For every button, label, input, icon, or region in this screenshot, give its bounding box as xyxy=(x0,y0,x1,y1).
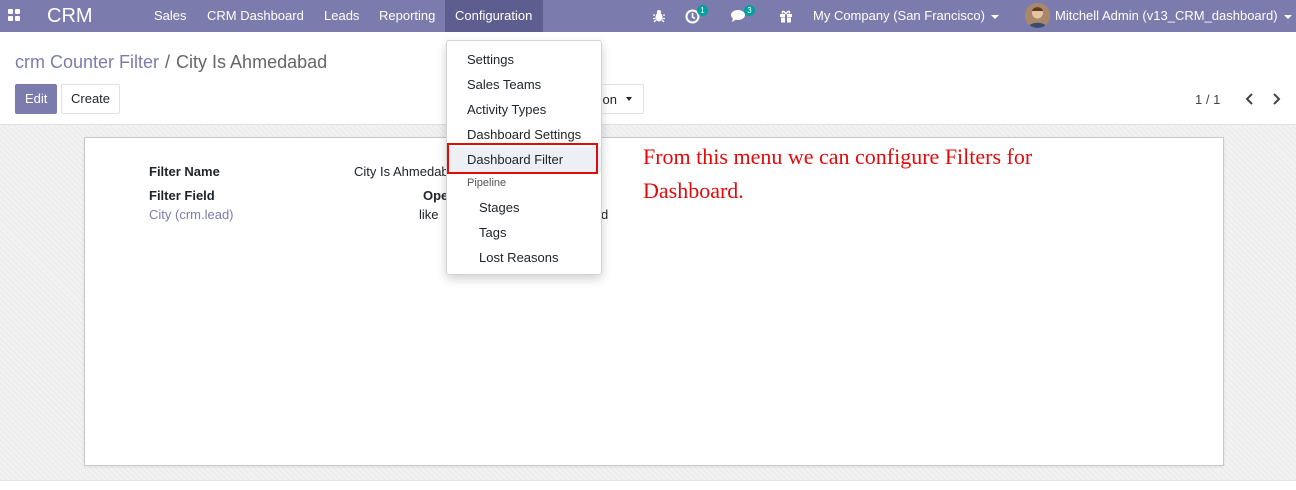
dropdown-item-lost-reasons[interactable]: Lost Reasons xyxy=(447,245,601,270)
breadcrumb: crm Counter Filter / City Is Ahmedabad xyxy=(15,51,327,73)
dropdown-item-tags[interactable]: Tags xyxy=(447,220,601,245)
top-navbar: CRM Sales CRM Dashboard Leads Reporting … xyxy=(0,0,1296,32)
dropdown-section-pipeline: Pipeline xyxy=(467,177,507,189)
edit-button[interactable]: Edit xyxy=(15,84,57,114)
dropdown-item-dashboard-settings[interactable]: Dashboard Settings xyxy=(447,122,601,147)
company-name: My Company (San Francisco) xyxy=(813,8,985,23)
activity-clock-icon[interactable] xyxy=(683,0,701,32)
dropdown-item-dashboard-filter[interactable]: Dashboard Filter xyxy=(447,147,601,172)
user-name: Mitchell Admin (v13_CRM_dashboard) xyxy=(1055,8,1278,23)
filter-name-label: Filter Name xyxy=(149,164,220,179)
user-caret-icon xyxy=(1283,14,1292,19)
configuration-dropdown-menu: Settings Sales Teams Activity Types Dash… xyxy=(446,40,602,275)
operator-value: like xyxy=(419,207,439,222)
pager-previous-icon[interactable] xyxy=(1242,89,1258,109)
debug-bug-icon[interactable] xyxy=(650,0,668,32)
menu-sales[interactable]: Sales xyxy=(144,0,197,32)
filter-field-value-link[interactable]: City (crm.lead) xyxy=(149,207,234,222)
pager-next-icon[interactable] xyxy=(1269,89,1285,109)
breadcrumb-separator: / xyxy=(165,52,171,72)
breadcrumb-parent[interactable]: crm Counter Filter xyxy=(15,52,159,72)
filter-name-value: City Is Ahmedab xyxy=(354,164,449,179)
menu-reporting[interactable]: Reporting xyxy=(369,0,445,32)
activity-badge: 1 xyxy=(697,5,708,16)
dropdown-item-settings[interactable]: Settings xyxy=(447,47,601,72)
user-avatar[interactable] xyxy=(1025,3,1050,28)
messages-chat-icon[interactable] xyxy=(729,0,747,32)
content-bottom-divider xyxy=(0,480,1296,481)
app-brand[interactable]: CRM xyxy=(47,4,93,28)
company-switcher[interactable]: My Company (San Francisco) xyxy=(813,0,999,32)
annotation-line-2: Dashboard. xyxy=(643,178,744,203)
dropdown-item-sales-teams[interactable]: Sales Teams xyxy=(447,72,601,97)
gift-icon[interactable] xyxy=(777,0,795,32)
apps-menu-icon[interactable] xyxy=(8,9,22,23)
action-button-label: ion xyxy=(599,92,617,107)
dropdown-item-stages[interactable]: Stages xyxy=(447,195,601,220)
create-button[interactable]: Create xyxy=(61,84,120,114)
pager-value[interactable]: 1 / 1 xyxy=(1195,92,1220,107)
filter-field-label: Filter Field xyxy=(149,188,215,203)
filter-value: d xyxy=(601,207,609,222)
annotation-line-1: From this menu we can configure Filters … xyxy=(643,144,1033,169)
company-caret-icon xyxy=(990,14,999,19)
operator-label: Ope xyxy=(423,188,449,203)
menu-crm-dashboard[interactable]: CRM Dashboard xyxy=(197,0,314,32)
action-caret-icon xyxy=(626,97,632,101)
tutorial-annotation: From this menu we can configure Filters … xyxy=(643,140,1113,208)
breadcrumb-current: City Is Ahmedabad xyxy=(176,52,328,72)
user-menu[interactable]: Mitchell Admin (v13_CRM_dashboard) xyxy=(1055,0,1292,32)
messages-badge: 3 xyxy=(744,5,755,16)
menu-leads[interactable]: Leads xyxy=(314,0,369,32)
dropdown-item-activity-types[interactable]: Activity Types xyxy=(447,97,601,122)
menu-configuration[interactable]: Configuration xyxy=(445,0,543,32)
